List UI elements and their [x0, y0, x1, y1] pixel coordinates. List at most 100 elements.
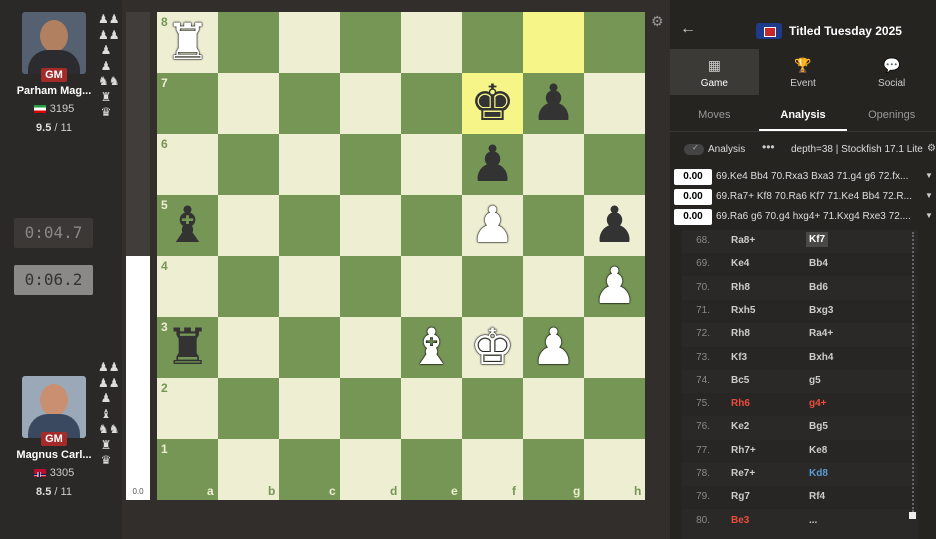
square-b3[interactable]: [218, 317, 279, 378]
avatar[interactable]: [22, 376, 86, 438]
black-move[interactable]: g4+: [809, 398, 827, 409]
subtab-analysis[interactable]: Analysis: [758, 100, 848, 131]
black-move[interactable]: ...: [809, 515, 817, 526]
square-b5[interactable]: [218, 195, 279, 256]
piece-f3[interactable]: ♚: [462, 317, 523, 378]
piece-e3[interactable]: ♝: [401, 317, 462, 378]
square-b7[interactable]: [218, 73, 279, 134]
black-move[interactable]: Ke8: [809, 445, 827, 456]
piece-a5[interactable]: ♝: [157, 195, 218, 256]
tab-game[interactable]: ▦ Game: [670, 49, 759, 95]
square-f2[interactable]: [462, 378, 523, 439]
analysis-toggle[interactable]: [684, 143, 704, 155]
black-move[interactable]: Bxg3: [809, 305, 833, 316]
piece-h5[interactable]: ♟: [584, 195, 645, 256]
piece-h4[interactable]: ♟: [584, 256, 645, 317]
square-f8[interactable]: [462, 12, 523, 73]
white-move[interactable]: Ke4: [731, 258, 749, 269]
square-c8[interactable]: [279, 12, 340, 73]
black-move[interactable]: Bg5: [809, 421, 828, 432]
white-move[interactable]: Ra8+: [731, 235, 755, 246]
board-settings-gear-icon[interactable]: ⚙: [651, 13, 664, 30]
white-move[interactable]: Rh6: [731, 398, 750, 409]
square-e5[interactable]: [401, 195, 462, 256]
square-h3[interactable]: [584, 317, 645, 378]
square-f4[interactable]: [462, 256, 523, 317]
white-move[interactable]: Kf3: [731, 352, 747, 363]
move-list-scroll-thumb[interactable]: [909, 512, 916, 519]
engine-settings-gear-icon[interactable]: ⚙: [927, 143, 936, 154]
expand-caret-icon[interactable]: ▼: [925, 211, 933, 220]
black-move[interactable]: Rf4: [809, 491, 825, 502]
subtab-openings[interactable]: Openings: [847, 100, 936, 131]
back-arrow-icon[interactable]: ←: [680, 20, 696, 38]
square-e2[interactable]: [401, 378, 462, 439]
black-move[interactable]: Bxh4: [809, 352, 833, 363]
square-e8[interactable]: [401, 12, 462, 73]
white-move[interactable]: Bc5: [731, 375, 749, 386]
square-d7[interactable]: [340, 73, 401, 134]
square-e6[interactable]: [401, 134, 462, 195]
square-g2[interactable]: [523, 378, 584, 439]
expand-caret-icon[interactable]: ▼: [925, 191, 933, 200]
square-d8[interactable]: [340, 12, 401, 73]
piece-g7[interactable]: ♟: [523, 73, 584, 134]
black-move[interactable]: Kf7: [806, 232, 829, 247]
white-move[interactable]: Re7+: [731, 468, 755, 479]
square-c4[interactable]: [279, 256, 340, 317]
square-e4[interactable]: [401, 256, 462, 317]
avatar[interactable]: [22, 12, 86, 74]
square-g4[interactable]: [523, 256, 584, 317]
tab-social[interactable]: 💬 Social: [847, 49, 936, 95]
subtab-moves[interactable]: Moves: [670, 100, 759, 131]
piece-f6[interactable]: ♟: [462, 134, 523, 195]
square-g8[interactable]: [523, 12, 584, 73]
engine-line[interactable]: 0.00 69.Ke4 Bb4 70.Rxa3 Bxa3 71.g4 g6 72…: [674, 169, 936, 187]
square-h7[interactable]: [584, 73, 645, 134]
white-move[interactable]: Be3: [731, 515, 749, 526]
expand-caret-icon[interactable]: ▼: [925, 171, 933, 180]
square-b2[interactable]: [218, 378, 279, 439]
square-c3[interactable]: [279, 317, 340, 378]
square-h2[interactable]: [584, 378, 645, 439]
square-d4[interactable]: [340, 256, 401, 317]
square-b4[interactable]: [218, 256, 279, 317]
white-move[interactable]: Rg7: [731, 491, 750, 502]
piece-a3[interactable]: ♜: [157, 317, 218, 378]
black-move[interactable]: Bb4: [809, 258, 828, 269]
black-move[interactable]: Bd6: [809, 282, 828, 293]
piece-f5[interactable]: ♟: [462, 195, 523, 256]
square-c6[interactable]: [279, 134, 340, 195]
square-h6[interactable]: [584, 134, 645, 195]
square-d5[interactable]: [340, 195, 401, 256]
white-move[interactable]: Ke2: [731, 421, 749, 432]
square-e7[interactable]: [401, 73, 462, 134]
square-d3[interactable]: [340, 317, 401, 378]
chess-board[interactable]: 8 7 6 5 4 3 2 1 a b c d e f g h ♜ ♚ ♟ ♟ ♝ ♟ ♟ ♟ ♜ ♝ ♚ ♟: [157, 12, 645, 500]
white-move[interactable]: Rh8: [731, 328, 750, 339]
square-c5[interactable]: [279, 195, 340, 256]
move-list-scrollbar[interactable]: [912, 232, 914, 512]
black-move[interactable]: Ra4+: [809, 328, 833, 339]
piece-f7[interactable]: ♚: [462, 73, 523, 134]
more-options-icon[interactable]: •••: [762, 140, 775, 154]
tab-event[interactable]: 🏆 Event: [759, 49, 848, 95]
piece-a8[interactable]: ♜: [157, 12, 218, 73]
square-g5[interactable]: [523, 195, 584, 256]
square-g6[interactable]: [523, 134, 584, 195]
square-d6[interactable]: [340, 134, 401, 195]
player-name[interactable]: Magnus Carl...: [0, 449, 108, 461]
square-d2[interactable]: [340, 378, 401, 439]
event-title[interactable]: Titled Tuesday 2025: [789, 24, 902, 38]
black-move[interactable]: g5: [809, 375, 821, 386]
square-b8[interactable]: [218, 12, 279, 73]
engine-line[interactable]: 0.00 69.Ra6 g6 70.g4 hxg4+ 71.Kxg4 Rxe3 …: [674, 209, 936, 227]
square-b6[interactable]: [218, 134, 279, 195]
white-move[interactable]: Rh8: [731, 282, 750, 293]
square-h8[interactable]: [584, 12, 645, 73]
square-c2[interactable]: [279, 378, 340, 439]
player-name[interactable]: Parham Mag...: [0, 85, 108, 97]
piece-g3[interactable]: ♟: [523, 317, 584, 378]
engine-line[interactable]: 0.00 69.Ra7+ Kf8 70.Ra6 Kf7 71.Ke4 Bb4 7…: [674, 189, 936, 207]
square-c7[interactable]: [279, 73, 340, 134]
